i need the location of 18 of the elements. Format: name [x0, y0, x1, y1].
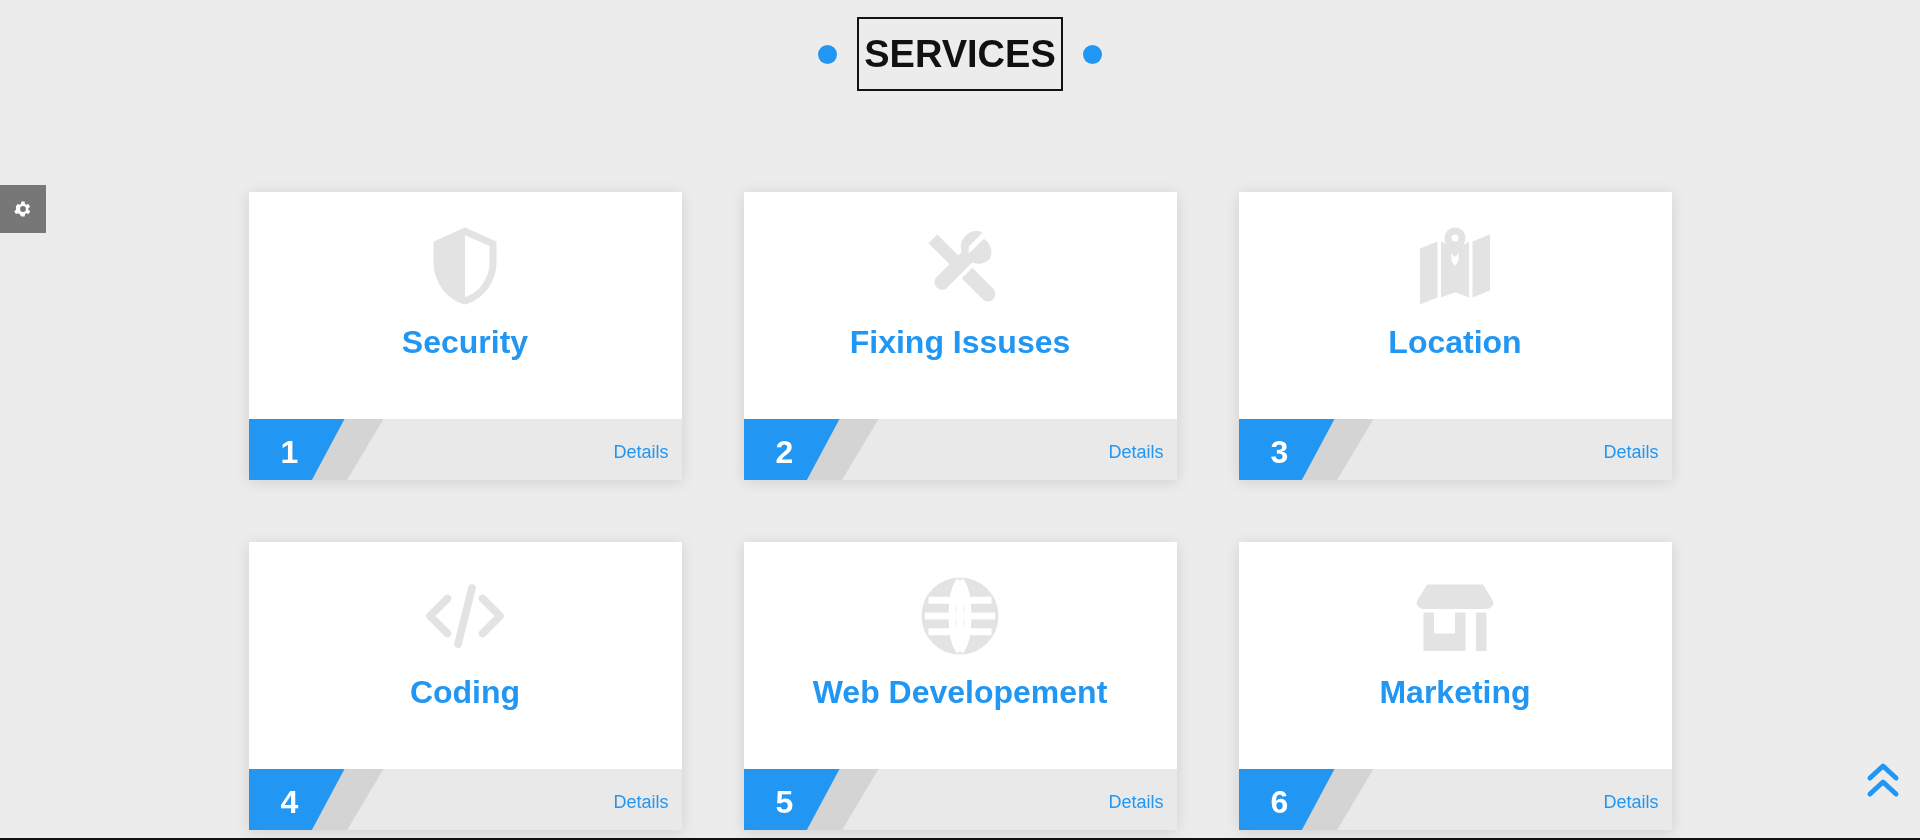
scroll-up-icon[interactable] — [1866, 762, 1900, 798]
card-title: Security — [401, 324, 529, 361]
card-title: Web Developement — [812, 674, 1108, 711]
details-link[interactable]: Details — [1603, 436, 1659, 463]
section-heading: SERVICES — [857, 17, 1063, 91]
card-title: Fixing Issuses — [849, 324, 1071, 361]
details-link[interactable]: Details — [1603, 786, 1659, 813]
card-title: Coding — [409, 674, 521, 711]
card-title: Location — [1388, 324, 1522, 361]
details-link[interactable]: Details — [1108, 786, 1164, 813]
details-link[interactable]: Details — [1108, 436, 1164, 463]
details-link[interactable]: Details — [613, 786, 669, 813]
settings-button[interactable] — [0, 185, 46, 233]
card-title: Marketing — [1379, 674, 1531, 711]
decor-dot — [818, 44, 837, 64]
details-link[interactable]: Details — [613, 436, 669, 463]
decor-dot — [1083, 44, 1102, 64]
settings-icon — [13, 199, 33, 219]
